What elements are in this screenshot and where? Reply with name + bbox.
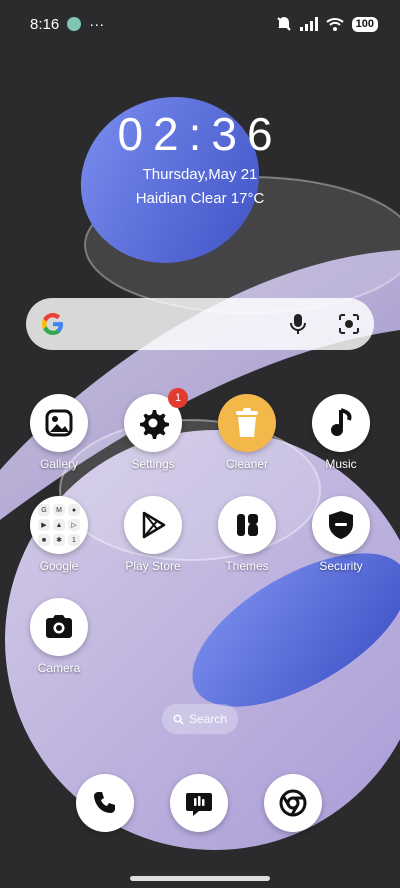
mute-icon <box>276 17 291 31</box>
app-settings[interactable]: 1 Settings <box>108 388 198 471</box>
chrome-icon <box>279 789 307 817</box>
home-indicator[interactable] <box>130 876 270 881</box>
app-label: Settings <box>131 457 175 471</box>
app-label: Cleaner <box>225 457 269 471</box>
search-pill-label: Search <box>188 712 228 726</box>
meet-icon: ■ <box>38 534 50 546</box>
battery-indicator: 100 <box>351 16 378 32</box>
gear-icon: 1 <box>124 388 188 452</box>
trash-icon <box>218 394 276 452</box>
app-security[interactable]: Security <box>296 496 386 573</box>
app-music[interactable]: Music <box>296 394 386 471</box>
app-label: Google <box>39 559 79 573</box>
app-play-store[interactable]: Play Store <box>108 496 198 573</box>
more-notifications-icon: ··· <box>89 15 105 33</box>
clock-time: 02:36 <box>117 108 283 160</box>
app-label: Play Store <box>125 559 181 573</box>
play-store-icon <box>124 496 182 554</box>
search-icon <box>173 714 184 725</box>
signal-icon <box>299 17 318 31</box>
music-note-icon <box>312 394 370 452</box>
app-label: Themes <box>225 559 269 573</box>
app-google-folder[interactable]: G M ● ▶ ▲ ▷ ■ ✱ 1 Google <box>14 496 104 573</box>
app-label: Gallery <box>39 457 78 471</box>
youtube-icon: ▶ <box>38 519 50 531</box>
mic-icon[interactable] <box>288 313 308 335</box>
drive-icon: ▲ <box>53 519 65 531</box>
clock-date: Thursday,May 21 <box>142 166 258 183</box>
wifi-icon <box>325 18 344 31</box>
app-camera[interactable]: Camera <box>14 598 104 675</box>
google-search-bar[interactable] <box>26 298 374 350</box>
google-app-icon: G <box>38 504 50 516</box>
maps-icon: ● <box>68 504 80 516</box>
notification-app-icon <box>67 17 82 31</box>
dock-messages[interactable] <box>170 774 228 832</box>
notification-badge: 1 <box>168 388 188 408</box>
gmail-icon: M <box>53 504 65 516</box>
photos-icon: ✱ <box>53 534 65 546</box>
lens-icon[interactable] <box>338 313 360 335</box>
app-label: Camera <box>37 661 81 675</box>
clock-widget[interactable]: 02:36 Thursday,May 21 Haidian Clear 17°C <box>90 106 310 210</box>
app-label: Music <box>325 457 357 471</box>
app-themes[interactable]: Themes <box>202 496 292 573</box>
shield-icon <box>312 496 370 554</box>
status-bar: 8:16 ··· 100 <box>0 0 400 48</box>
gallery-icon <box>30 394 88 452</box>
folder-icon: G M ● ▶ ▲ ▷ ■ ✱ 1 <box>30 496 88 554</box>
app-gallery[interactable]: Gallery <box>14 394 104 471</box>
themes-icon <box>218 496 276 554</box>
app-cleaner[interactable]: Cleaner <box>202 394 292 471</box>
one-icon: 1 <box>68 534 80 546</box>
clock-weather: Haidian Clear 17°C <box>135 190 265 207</box>
app-search-pill[interactable]: Search <box>162 704 238 734</box>
play-icon: ▷ <box>68 519 80 531</box>
dock-phone[interactable] <box>76 774 134 832</box>
google-logo-icon <box>40 311 66 337</box>
camera-icon <box>30 598 88 656</box>
phone-icon <box>94 792 115 813</box>
app-label: Security <box>319 559 363 573</box>
dock-chrome[interactable] <box>264 774 322 832</box>
messages-icon <box>186 793 212 816</box>
status-time: 8:16 <box>30 15 60 33</box>
